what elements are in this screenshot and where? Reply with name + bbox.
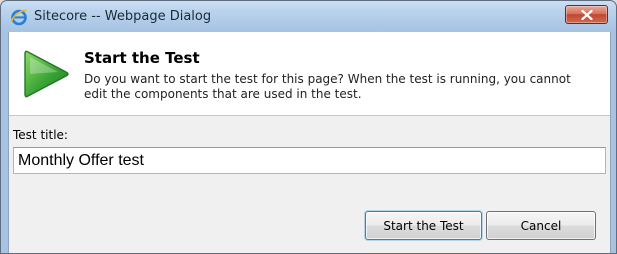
internet-explorer-icon [10,8,28,26]
cancel-button[interactable]: Cancel [486,211,596,240]
close-button[interactable] [565,5,608,24]
test-title-label: Test title: [13,128,68,142]
dialog-title: Start the Test [84,49,200,67]
window-title: Sitecore -- Webpage Dialog [34,9,212,24]
test-title-input[interactable] [13,147,606,174]
play-icon [20,48,72,100]
dialog-description: Do you want to start the test for this p… [84,72,571,101]
close-icon [581,10,593,20]
title-bar[interactable]: Sitecore -- Webpage Dialog [1,1,616,32]
dialog-window: Sitecore -- Webpage Dialog Start the Tes… [0,0,617,254]
dialog-content: Start the Test Do you want to start the … [8,32,611,253]
start-test-button[interactable]: Start the Test [365,211,482,240]
dialog-header: Start the Test Do you want to start the … [9,32,610,116]
